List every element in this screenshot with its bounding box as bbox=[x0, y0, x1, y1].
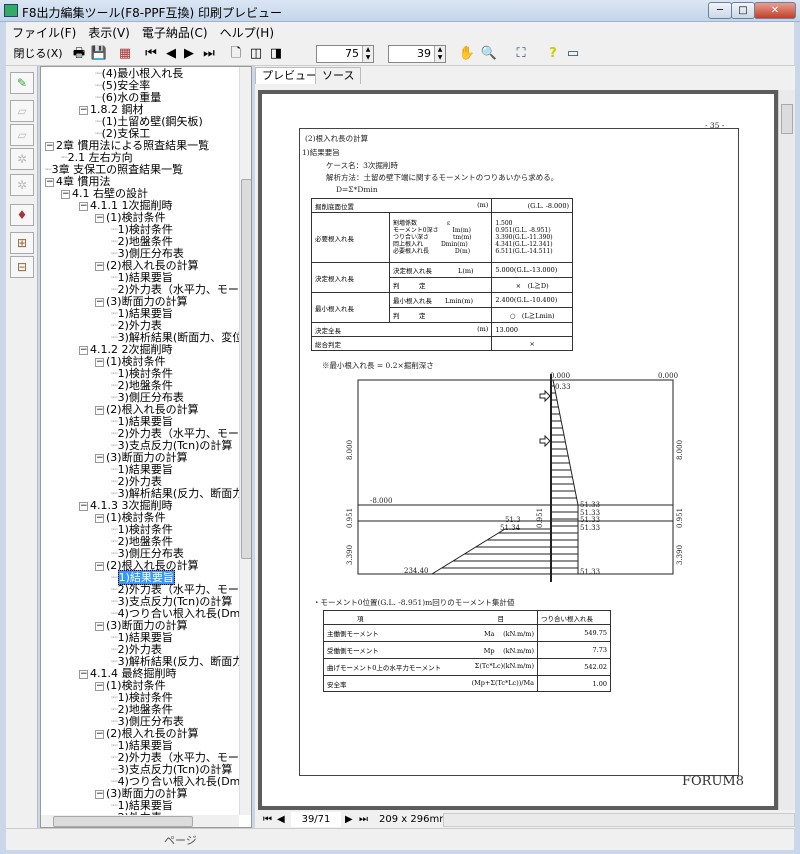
dim-right-top: 8.000 bbox=[676, 440, 684, 460]
page-indicator[interactable]: 39/71 bbox=[291, 812, 341, 827]
label-p1: 51.33 bbox=[580, 501, 600, 509]
label-p3: 51.33 bbox=[580, 516, 600, 524]
paper-size: 209 x 296mm bbox=[379, 814, 449, 825]
cell: つり合い根入れ長 bbox=[537, 610, 611, 625]
prev-page-icon[interactable]: ◀ bbox=[277, 814, 285, 825]
strut-arrow-icon bbox=[539, 434, 551, 448]
table-row: 主働側モーメント Ma (kN.m/m) 549.75 bbox=[323, 624, 611, 642]
label-pl2: 51.34 bbox=[500, 524, 521, 532]
dim-left-top: 8.000 bbox=[346, 440, 354, 460]
cell: 項目 bbox=[323, 610, 538, 625]
next-page-icon[interactable]: ▶ bbox=[345, 814, 353, 825]
dim-right-mid: 0.951 bbox=[676, 508, 684, 528]
dim-right-bot: 3.390 bbox=[676, 545, 684, 565]
label-top-right: 0.000 bbox=[658, 372, 678, 380]
preview-horizontal-scrollbar[interactable] bbox=[443, 813, 795, 827]
first-page-icon[interactable]: ⏮ bbox=[263, 814, 272, 825]
pressure-diagram: 0.000 0.000 0.33 -8.000 51.33 51.33 51.3… bbox=[346, 372, 684, 582]
status-page-label: ページ bbox=[164, 834, 197, 847]
forum8-logo: FORUM8 bbox=[682, 774, 745, 789]
moment-table: 項目つり合い根入れ長 主働側モーメント Ma (kN.m/m) 549.75 受働側… bbox=[323, 610, 611, 692]
moment-table-title: ・モーメント0位置(G.L. -8.951)m回りのモーメント集計値 bbox=[313, 598, 515, 607]
last-page-icon[interactable]: ⏭ bbox=[359, 814, 368, 825]
label-pl3: 234.40 bbox=[404, 567, 429, 575]
dim-left-mid: 0.951 bbox=[346, 508, 354, 528]
strut-arrow-icon bbox=[539, 389, 551, 403]
page-nav-bar: ⏮ ◀ 39/71 ▶ ⏭ 209 x 296mm bbox=[255, 812, 795, 828]
table-row: 受働側モーメント Mp (kN.m/m) 7.73 bbox=[323, 641, 611, 659]
status-bar: ページ bbox=[6, 828, 794, 850]
dim-left-bot: 3.390 bbox=[346, 545, 354, 565]
passive-pressure-outline bbox=[430, 528, 551, 575]
table-row: 曲げモーメント0上の水平力モーメント Σ(Tc*Lc)(kN.m/m) 542.02 bbox=[323, 658, 611, 676]
hatch-lines bbox=[441, 385, 578, 569]
label-top-left: 0.000 bbox=[550, 372, 570, 380]
label-excavation: -8.000 bbox=[370, 497, 392, 505]
label-p0: 0.33 bbox=[555, 383, 571, 391]
label-pl1: 51.3 bbox=[505, 516, 521, 524]
dim-mid: 0.951 bbox=[536, 508, 544, 528]
table-row: 安全率 (Mp+Σ(Tc*Lc))/Ma 1.00 bbox=[323, 675, 611, 692]
diagram-frame bbox=[357, 379, 674, 575]
label-p5: 51.33 bbox=[580, 568, 600, 576]
label-p4: 51.33 bbox=[580, 524, 600, 532]
